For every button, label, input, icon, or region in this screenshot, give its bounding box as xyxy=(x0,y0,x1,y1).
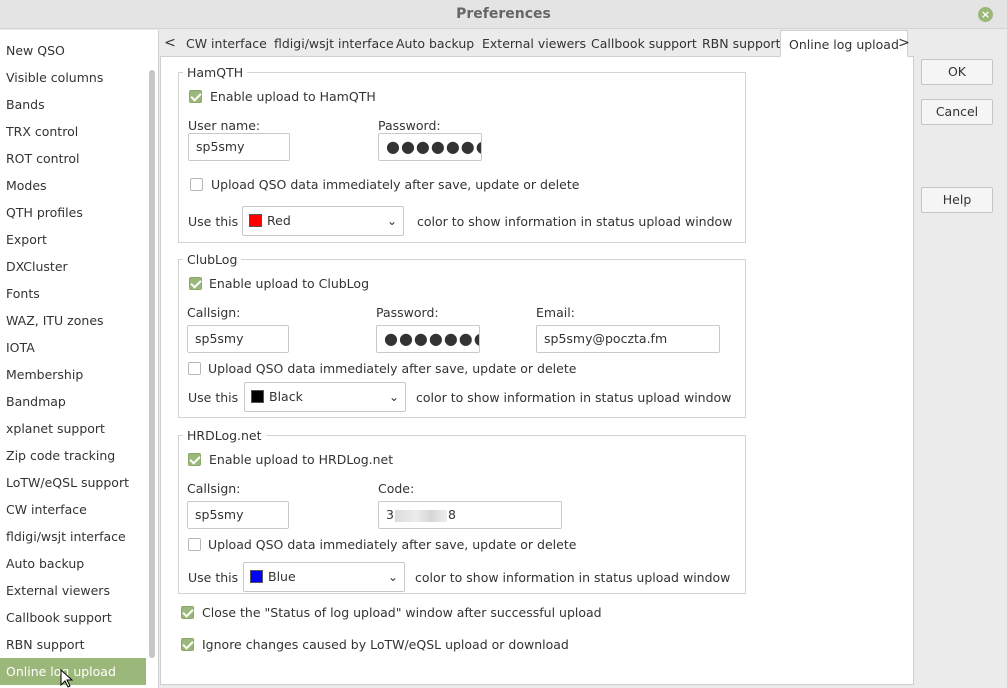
hamqth-password-input[interactable]: ●●●●●●●●● xyxy=(378,133,482,161)
hrdlog-color-suffix: color to show information in status uplo… xyxy=(415,570,731,585)
sidebar-item-bandmap[interactable]: Bandmap xyxy=(0,388,146,415)
sidebar-item-lotw-eqsl-support[interactable]: LoTW/eQSL support xyxy=(0,469,146,496)
clublog-email-input[interactable]: sp5smy@poczta.fm xyxy=(536,325,720,353)
hamqth-use-this-label: Use this xyxy=(188,214,239,229)
tab-scroll-left-icon[interactable]: < xyxy=(162,30,178,57)
mouse-cursor-icon xyxy=(60,669,74,688)
hrdlog-code-label: Code: xyxy=(378,481,415,496)
ignore-lotw-changes-checkbox[interactable] xyxy=(181,638,194,651)
chevron-down-icon: ⌄ xyxy=(388,390,399,404)
clublog-use-this-label: Use this xyxy=(188,390,239,405)
sidebar-item-cw-interface[interactable]: CW interface xyxy=(0,496,146,523)
hamqth-legend: HamQTH xyxy=(187,65,244,80)
cancel-button[interactable]: Cancel xyxy=(921,99,993,125)
tab-scroll-right-icon[interactable]: > xyxy=(896,30,912,57)
clublog-call-input[interactable]: sp5smy xyxy=(187,325,289,353)
clublog-color-select[interactable]: Black ⌄ xyxy=(244,382,406,412)
tab-rbn-support[interactable]: RBN support xyxy=(694,30,789,57)
hrdlog-immediate-label: Upload QSO data immediately after save, … xyxy=(208,537,577,552)
sidebar-item-auto-backup[interactable]: Auto backup xyxy=(0,550,146,577)
sidebar-item-qth-profiles[interactable]: QTH profiles xyxy=(0,199,146,226)
hamqth-enable-checkbox[interactable] xyxy=(189,90,202,103)
sidebar-item-zip-code-tracking[interactable]: Zip code tracking xyxy=(0,442,146,469)
sidebar-item-iota[interactable]: IOTA xyxy=(0,334,146,361)
hrdlog-code-start: 3 xyxy=(386,507,394,522)
sidebar-item-xplanet-support[interactable]: xplanet support xyxy=(0,415,146,442)
sidebar-item-rot-control[interactable]: ROT control xyxy=(0,145,146,172)
tab-callbook-support[interactable]: Callbook support xyxy=(583,30,705,57)
hamqth-color-value: Red xyxy=(267,213,291,228)
chevron-down-icon: ⌄ xyxy=(387,570,398,584)
blue-color-swatch xyxy=(250,570,263,583)
close-status-window-label: Close the "Status of log upload" window … xyxy=(202,605,602,620)
hamqth-immediate-label: Upload QSO data immediately after save, … xyxy=(211,177,580,192)
clublog-email-label: Email: xyxy=(536,305,575,320)
hrdlog-enable-checkbox[interactable] xyxy=(188,453,201,466)
clublog-enable-checkbox[interactable] xyxy=(189,277,202,290)
hamqth-color-suffix: color to show information in status uplo… xyxy=(417,214,733,229)
hrdlog-use-this-label: Use this xyxy=(188,570,239,585)
clublog-color-suffix: color to show information in status uplo… xyxy=(416,390,732,405)
chevron-down-icon: ⌄ xyxy=(386,214,397,228)
sidebar: New QSO Visible columns Bands TRX contro… xyxy=(0,30,159,688)
hamqth-user-input[interactable]: sp5smy xyxy=(188,133,290,161)
hamqth-user-label: User name: xyxy=(188,118,261,133)
sidebar-item-visible-columns[interactable]: Visible columns xyxy=(0,64,146,91)
tab-bar: < CW interface fldigi/wsjt interface Aut… xyxy=(160,30,914,57)
hamqth-password-label: Password: xyxy=(378,118,441,133)
sidebar-item-export[interactable]: Export xyxy=(0,226,146,253)
sidebar-item-fldigi-wsjt-interface[interactable]: fldigi/wsjt interface xyxy=(0,523,146,550)
sidebar-item-callbook-support[interactable]: Callbook support xyxy=(0,604,146,631)
close-icon[interactable]: × xyxy=(978,7,993,22)
clublog-color-value: Black xyxy=(269,389,303,404)
hrdlog-immediate-checkbox[interactable] xyxy=(188,538,201,551)
hrdlog-color-select[interactable]: Blue ⌄ xyxy=(243,562,405,592)
clublog-enable-label: Enable upload to ClubLog xyxy=(209,276,370,291)
hamqth-color-select[interactable]: Red ⌄ xyxy=(242,206,404,236)
black-color-swatch xyxy=(251,390,264,403)
hrdlog-code-end: 8 xyxy=(447,507,456,522)
sidebar-scrollbar[interactable] xyxy=(149,70,155,658)
close-status-window-checkbox[interactable] xyxy=(181,606,194,619)
hrdlog-call-label: Callsign: xyxy=(187,481,241,496)
hamqth-enable-label: Enable upload to HamQTH xyxy=(210,89,376,104)
clublog-legend: ClubLog xyxy=(187,252,238,267)
clublog-password-label: Password: xyxy=(376,305,439,320)
sidebar-item-trx-control[interactable]: TRX control xyxy=(0,118,146,145)
sidebar-item-dxcluster[interactable]: DXCluster xyxy=(0,253,146,280)
clublog-call-label: Callsign: xyxy=(187,305,241,320)
hrdlog-call-input[interactable]: sp5smy xyxy=(187,501,289,529)
sidebar-item-modes[interactable]: Modes xyxy=(0,172,146,199)
hrdlog-color-value: Blue xyxy=(268,569,296,584)
sidebar-item-membership[interactable]: Membership xyxy=(0,361,146,388)
clublog-password-input[interactable]: ●●●●●●●●● xyxy=(376,325,480,353)
sidebar-item-external-viewers[interactable]: External viewers xyxy=(0,577,146,604)
sidebar-item-waz-itu-zones[interactable]: WAZ, ITU zones xyxy=(0,307,146,334)
clublog-immediate-label: Upload QSO data immediately after save, … xyxy=(208,361,577,376)
ok-button[interactable]: OK xyxy=(921,59,993,85)
hrdlog-enable-label: Enable upload to HRDLog.net xyxy=(209,452,394,467)
tab-external-viewers[interactable]: External viewers xyxy=(474,30,594,57)
sidebar-item-new-qso[interactable]: New QSO xyxy=(0,37,146,64)
hrdlog-code-mask xyxy=(394,509,447,522)
sidebar-item-rbn-support[interactable]: RBN support xyxy=(0,631,146,658)
sidebar-item-bands[interactable]: Bands xyxy=(0,91,146,118)
tab-fldigi-wsjt-interface[interactable]: fldigi/wsjt interface xyxy=(266,30,402,57)
ignore-lotw-changes-label: Ignore changes caused by LoTW/eQSL uploa… xyxy=(202,637,569,652)
tab-auto-backup[interactable]: Auto backup xyxy=(388,30,482,57)
sidebar-item-fonts[interactable]: Fonts xyxy=(0,280,146,307)
window-title: Preferences xyxy=(456,6,551,22)
hamqth-immediate-checkbox[interactable] xyxy=(190,178,203,191)
help-button[interactable]: Help xyxy=(921,187,993,213)
tab-online-log-upload[interactable]: Online log upload xyxy=(780,30,908,57)
red-color-swatch xyxy=(249,214,262,227)
clublog-immediate-checkbox[interactable] xyxy=(188,362,201,375)
hrdlog-legend: HRDLog.net xyxy=(187,428,262,443)
hrdlog-code-input[interactable]: 38 xyxy=(378,501,562,529)
tab-cw-interface[interactable]: CW interface xyxy=(178,30,275,57)
